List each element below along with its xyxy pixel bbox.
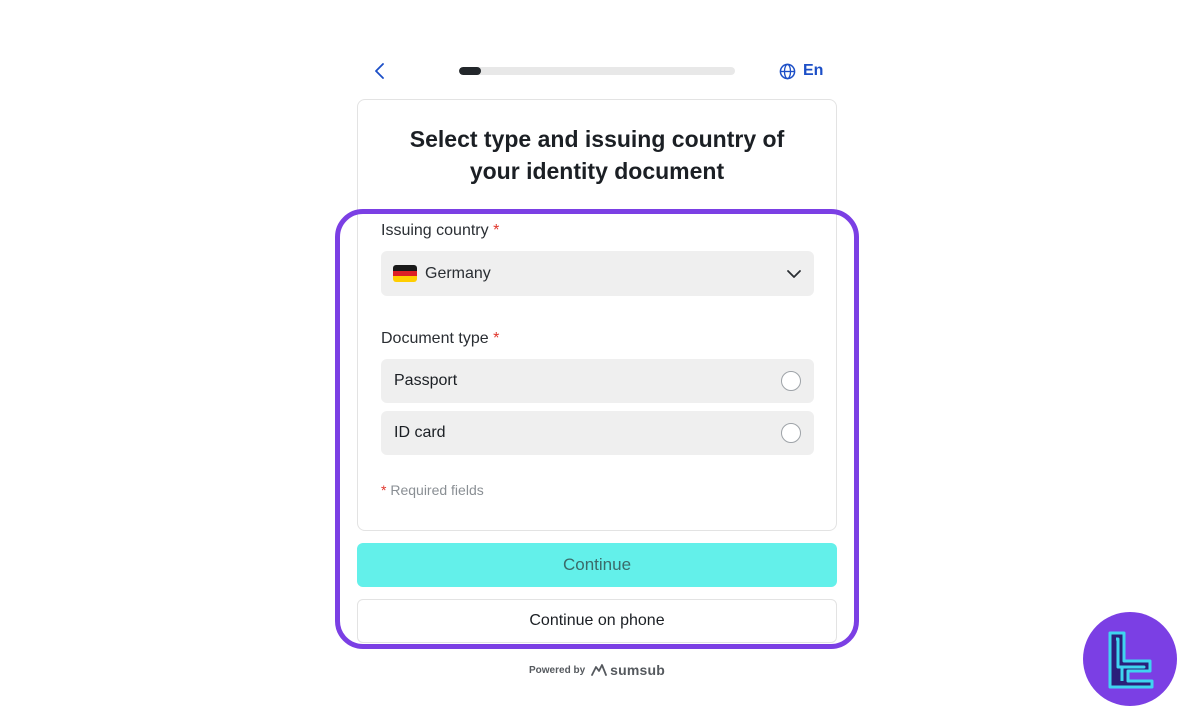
option-label: ID card <box>394 424 446 441</box>
document-option-id-card[interactable]: ID card <box>381 411 814 455</box>
required-fields-note: * Required fields <box>381 482 484 498</box>
passport-radio[interactable] <box>781 371 801 391</box>
chevron-down-icon <box>787 269 801 278</box>
chevron-left-icon <box>375 63 384 79</box>
language-label: En <box>803 62 824 79</box>
progress-fill <box>459 67 482 75</box>
germany-flag-icon <box>393 265 417 282</box>
verification-page: En Select type and issuing country of yo… <box>0 0 1194 722</box>
option-label: Passport <box>394 372 458 389</box>
country-select[interactable]: Germany <box>381 251 814 296</box>
sumsub-logo: sumsub <box>591 662 665 678</box>
required-marker: * <box>493 222 500 239</box>
watermark-logo <box>1083 612 1177 706</box>
continue-button[interactable]: Continue <box>357 543 837 587</box>
continue-on-phone-button[interactable]: Continue on phone <box>357 599 837 643</box>
required-marker: * <box>493 330 500 347</box>
issuing-country-label: Issuing country * <box>381 222 500 239</box>
powered-by-text: Powered by <box>529 664 586 676</box>
document-type-label: Document type * <box>381 330 500 347</box>
page-title: Select type and issuing country of your … <box>409 126 785 184</box>
powered-by-footer: Powered by sumsub <box>529 661 665 679</box>
progress-bar <box>459 67 735 75</box>
country-select-value: Germany <box>425 264 491 282</box>
language-selector[interactable]: En <box>779 60 823 82</box>
id-card-radio[interactable] <box>781 423 801 443</box>
back-button[interactable] <box>368 59 392 83</box>
sumsub-logo-icon <box>591 664 608 676</box>
document-form-card: Select type and issuing country of your … <box>357 99 837 531</box>
brand-name: sumsub <box>610 662 666 678</box>
logo-mark-icon <box>1108 631 1154 689</box>
document-option-passport[interactable]: Passport <box>381 359 814 403</box>
globe-icon <box>779 63 796 79</box>
